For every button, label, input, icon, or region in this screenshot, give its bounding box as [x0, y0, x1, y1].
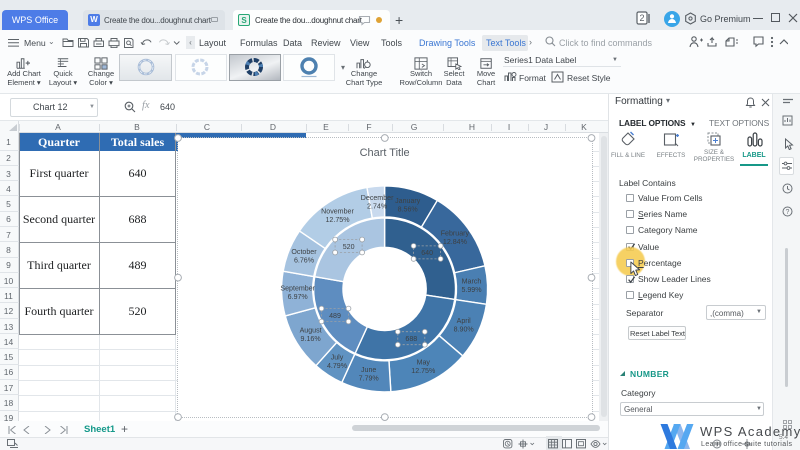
svg-text:December: December	[361, 193, 394, 201]
svg-text:July: July	[331, 353, 344, 361]
svg-text:5.99%: 5.99%	[461, 285, 482, 293]
svg-text:12.84%: 12.84%	[443, 237, 468, 245]
svg-text:August: August	[300, 326, 322, 334]
svg-text:12.75%: 12.75%	[411, 367, 436, 375]
svg-text:May: May	[417, 358, 431, 366]
svg-text:688: 688	[405, 334, 417, 342]
svg-text:520: 520	[343, 242, 355, 250]
svg-text:January: January	[395, 196, 421, 204]
svg-text:Chart Title: Chart Title	[360, 146, 410, 158]
svg-text:8.56%: 8.56%	[398, 205, 419, 213]
svg-text:8.90%: 8.90%	[454, 325, 475, 333]
svg-text:9.16%: 9.16%	[301, 334, 322, 342]
svg-text:March: March	[462, 277, 482, 285]
svg-text:6.76%: 6.76%	[294, 256, 315, 264]
svg-text:640: 640	[421, 249, 433, 257]
svg-text:?: ?	[786, 209, 790, 216]
svg-text:489: 489	[329, 311, 341, 319]
svg-text:September: September	[280, 284, 315, 292]
svg-text:6.97%: 6.97%	[288, 293, 309, 301]
svg-text:2: 2	[639, 13, 644, 23]
svg-text:7.79%: 7.79%	[359, 374, 380, 382]
svg-text:4.79%: 4.79%	[327, 361, 348, 369]
svg-text:October: October	[291, 247, 317, 255]
svg-text:November: November	[321, 207, 354, 215]
svg-text:February: February	[441, 229, 470, 237]
svg-text:2.74%: 2.74%	[367, 202, 388, 210]
svg-text:June: June	[361, 366, 376, 374]
svg-text:12.75%: 12.75%	[325, 216, 350, 224]
svg-text:April: April	[457, 316, 472, 324]
